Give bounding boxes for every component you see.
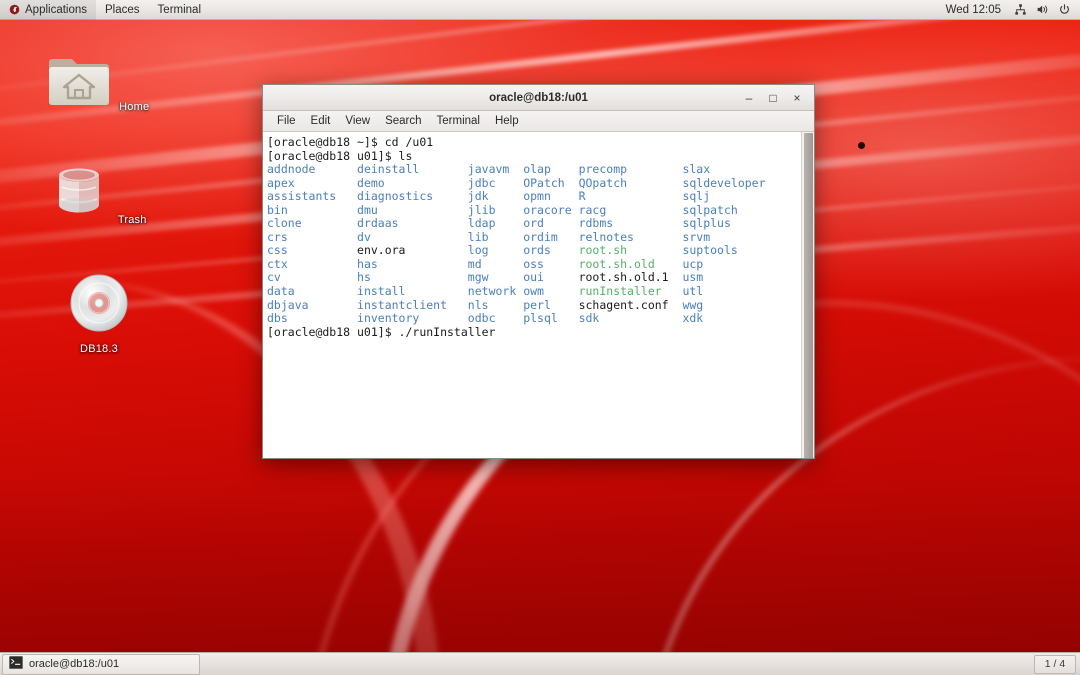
terminal-icon	[9, 656, 23, 672]
terminal-output[interactable]: [oracle@db18 ~]$ cd /u01[oracle@db18 u01…	[263, 132, 801, 458]
desktop-icon-trash-label: Trash	[115, 214, 150, 226]
wallpaper-bottom-shade	[0, 475, 1080, 675]
power-icon[interactable]	[1054, 0, 1074, 20]
desktop-icon-db18-label: DB18.3	[77, 343, 121, 355]
clock[interactable]: Wed 12:05	[939, 4, 1008, 16]
terminal-window[interactable]: oracle@db18:/u01 – □ × File Edit View Se…	[262, 84, 815, 459]
taskbar-window-button[interactable]: oracle@db18:/u01	[2, 654, 200, 675]
window-titlebar[interactable]: oracle@db18:/u01 – □ ×	[263, 85, 814, 111]
taskbar: oracle@db18:/u01 1 / 4	[0, 652, 1080, 675]
menu-edit[interactable]: Edit	[304, 113, 338, 129]
desktop-icon-home-label: Home	[116, 101, 152, 113]
maximize-button[interactable]: □	[762, 88, 784, 108]
close-button[interactable]: ×	[786, 88, 808, 108]
terminal-menubar: File Edit View Search Terminal Help	[263, 111, 814, 132]
menu-view[interactable]: View	[338, 113, 377, 129]
menu-help[interactable]: Help	[488, 113, 526, 129]
mouse-cursor	[858, 142, 865, 149]
taskbar-window-label: oracle@db18:/u01	[29, 658, 119, 670]
desktop-icon-home[interactable]: Home	[44, 50, 154, 115]
volume-icon[interactable]	[1032, 0, 1052, 20]
terminal-scrollbar-thumb[interactable]	[804, 133, 813, 458]
panel-menu-applications[interactable]: Applications	[0, 0, 96, 20]
trash-can-icon	[48, 210, 114, 227]
panel-menu-terminal[interactable]: Terminal	[149, 0, 210, 20]
minimize-button[interactable]: –	[738, 88, 760, 108]
fedora-logo-icon	[9, 4, 20, 15]
workspace-indicator[interactable]: 1 / 4	[1034, 655, 1076, 674]
terminal-body[interactable]: [oracle@db18 ~]$ cd /u01[oracle@db18 u01…	[263, 132, 814, 458]
menu-search[interactable]: Search	[378, 113, 428, 129]
window-title: oracle@db18:/u01	[263, 92, 814, 104]
panel-menu-applications-label: Applications	[25, 4, 87, 16]
menu-terminal[interactable]: Terminal	[430, 113, 487, 129]
desktop-icon-db18[interactable]: DB18.3	[44, 272, 154, 357]
panel-menu-places[interactable]: Places	[96, 0, 149, 20]
terminal-scrollbar[interactable]	[801, 132, 814, 458]
network-icon[interactable]	[1010, 0, 1030, 20]
home-folder-icon	[46, 97, 116, 114]
panel-menu-places-label: Places	[105, 4, 140, 16]
panel-menu-terminal-label: Terminal	[158, 4, 201, 16]
desktop-icon-trash[interactable]: Trash	[44, 165, 154, 228]
top-panel: Applications Places Terminal Wed 12:05	[0, 0, 1080, 20]
panel-tray: Wed 12:05	[939, 0, 1080, 20]
menu-file[interactable]: File	[270, 113, 303, 129]
optical-disc-icon	[68, 321, 130, 338]
window-controls: – □ ×	[738, 88, 814, 108]
